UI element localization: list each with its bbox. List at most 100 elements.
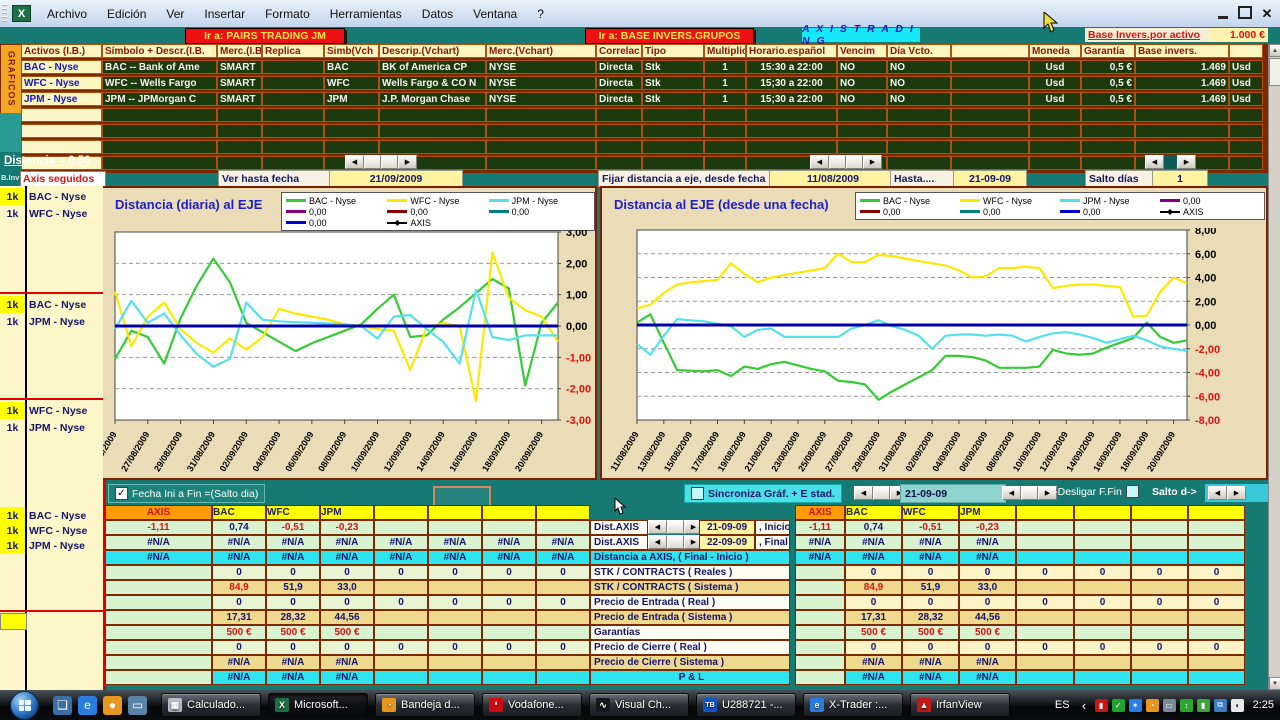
signal-icon[interactable]: ▮	[1095, 699, 1108, 712]
assets-cell[interactable]: WFC -- Wells Fargo	[102, 76, 217, 90]
data-cell[interactable]: 33,0	[320, 580, 374, 595]
assets-cell[interactable]	[217, 140, 262, 154]
menu-insertar[interactable]: Insertar	[194, 0, 255, 27]
scroll-left-arrow[interactable]: ◀	[1208, 486, 1227, 500]
scroll-left-arrow[interactable]: ◀	[648, 520, 667, 534]
vertical-scrollbar[interactable]: ▲ ▼	[1268, 44, 1280, 690]
data-cell[interactable]: 0	[320, 640, 374, 655]
data-cell[interactable]	[795, 610, 845, 625]
data-cell[interactable]: 0	[428, 565, 482, 580]
data-cell[interactable]	[536, 580, 590, 595]
assets-cell[interactable]	[262, 124, 324, 138]
network-icon[interactable]: ⧉	[1214, 699, 1227, 712]
assets-cell[interactable]	[21, 140, 102, 154]
data-cell[interactable]: #N/A	[959, 535, 1016, 550]
assets-cell[interactable]: NO	[887, 92, 951, 106]
data-cell[interactable]: 28,32	[902, 610, 959, 625]
data-cell[interactable]: 0	[1016, 565, 1074, 580]
dist-axis-date[interactable]: 22-09-09	[699, 535, 755, 550]
assets-cell[interactable]: BK of America CP	[379, 60, 486, 74]
data-cell[interactable]: 0	[1188, 640, 1245, 655]
assets-cell[interactable]	[642, 124, 704, 138]
column-header-BAC[interactable]: BAC	[845, 505, 902, 520]
assets-cell[interactable]: NO	[887, 60, 951, 74]
data-cell[interactable]: #N/A	[482, 535, 536, 550]
pair-name-cell[interactable]: BAC - Nyse	[25, 188, 103, 205]
data-cell[interactable]: 0	[1188, 595, 1245, 610]
data-cell[interactable]: 0	[266, 565, 320, 580]
data-cell[interactable]: 0	[1074, 640, 1131, 655]
column-header-empty[interactable]	[374, 505, 428, 520]
data-cell[interactable]	[1016, 580, 1074, 595]
scheduler-icon[interactable]: ●	[103, 696, 122, 715]
data-cell[interactable]	[482, 670, 536, 685]
scroll-left-arrow[interactable]: ◀	[648, 535, 667, 549]
assets-cell[interactable]	[486, 108, 596, 122]
data-cell[interactable]: 0	[1188, 565, 1245, 580]
battery-icon[interactable]: ▮	[1197, 699, 1210, 712]
data-cell[interactable]	[536, 655, 590, 670]
data-cell[interactable]: 0	[1131, 595, 1188, 610]
data-cell[interactable]	[1188, 535, 1245, 550]
assets-cell[interactable]	[837, 108, 887, 122]
assets-cell[interactable]: 1.469	[1135, 92, 1229, 106]
assets-cell[interactable]: NO	[887, 76, 951, 90]
data-cell[interactable]: #N/A	[212, 655, 266, 670]
scroll-down-arrow[interactable]: ▼	[1269, 677, 1280, 690]
pair-row[interactable]: 1kWFC - Nyse	[0, 205, 103, 222]
data-cell[interactable]	[795, 565, 845, 580]
assets-cell[interactable]	[1029, 156, 1081, 170]
column-header-empty[interactable]	[536, 505, 590, 520]
assets-cell[interactable]: Stk	[642, 60, 704, 74]
data-cell[interactable]: -0,23	[959, 520, 1016, 535]
data-cell[interactable]: #N/A	[536, 550, 590, 565]
data-cell[interactable]	[428, 625, 482, 640]
taskbar-button-xtrader[interactable]: eX-Trader :...	[803, 693, 903, 717]
data-cell[interactable]: #N/A	[212, 550, 266, 565]
data-cell[interactable]: #N/A	[902, 655, 959, 670]
assets-cell[interactable]: Directa	[596, 76, 642, 90]
data-cell[interactable]: 0	[536, 595, 590, 610]
assets-cell[interactable]: 15:30 a 22:00	[746, 60, 837, 74]
data-cell[interactable]	[374, 580, 428, 595]
data-cell[interactable]: -0,51	[902, 520, 959, 535]
graficos-side-tab[interactable]: GRAFICOS	[0, 44, 23, 114]
data-cell[interactable]: 0	[1074, 565, 1131, 580]
assets-cell[interactable]: Usd	[1229, 76, 1263, 90]
pair-size-cell[interactable]: 1k	[0, 205, 25, 222]
scrollbar-salto[interactable]: ◀▶	[1145, 155, 1196, 169]
ver-hasta-fecha-value[interactable]: 21/09/2009	[329, 170, 463, 187]
usb-icon[interactable]: ↕	[1180, 699, 1193, 712]
column-header-empty[interactable]	[1188, 505, 1245, 520]
assets-cell[interactable]: 15;30 a 22:00	[746, 92, 837, 106]
assets-cell[interactable]: NYSE	[486, 76, 596, 90]
data-cell[interactable]: #N/A	[902, 670, 959, 685]
data-cell[interactable]	[1131, 535, 1188, 550]
column-header-empty[interactable]	[428, 505, 482, 520]
data-cell[interactable]: #N/A	[902, 550, 959, 565]
data-cell[interactable]	[1074, 535, 1131, 550]
bottom-row-label[interactable]: 1kJPM - Nyse	[0, 537, 103, 554]
data-cell[interactable]: #N/A	[266, 535, 320, 550]
column-header-empty[interactable]	[482, 505, 536, 520]
data-cell[interactable]	[428, 520, 482, 535]
scroll-left-arrow[interactable]: ◀	[1002, 486, 1021, 500]
pair-row[interactable]: 1kBAC - Nyse	[0, 296, 103, 313]
menu-herramientas[interactable]: Herramientas	[320, 0, 412, 27]
column-header-AXIS[interactable]: AXIS	[795, 505, 845, 520]
assets-cell[interactable]	[887, 108, 951, 122]
assets-cell[interactable]	[887, 156, 951, 170]
data-cell[interactable]: #N/A	[536, 535, 590, 550]
assets-cell[interactable]	[102, 108, 217, 122]
assets-cell[interactable]: 0,5 €	[1081, 60, 1135, 74]
data-cell[interactable]	[374, 670, 428, 685]
data-cell[interactable]	[536, 625, 590, 640]
data-cell[interactable]: 51,9	[266, 580, 320, 595]
data-cell[interactable]: 0	[536, 640, 590, 655]
column-header-AXIS[interactable]: AXIS	[105, 505, 212, 520]
data-cell[interactable]: 0	[1131, 565, 1188, 580]
data-cell[interactable]	[1188, 610, 1245, 625]
data-cell[interactable]	[1188, 670, 1245, 685]
pair-row[interactable]: 1kWFC - Nyse	[0, 402, 103, 419]
window-switcher-icon[interactable]: ❑	[53, 696, 72, 715]
